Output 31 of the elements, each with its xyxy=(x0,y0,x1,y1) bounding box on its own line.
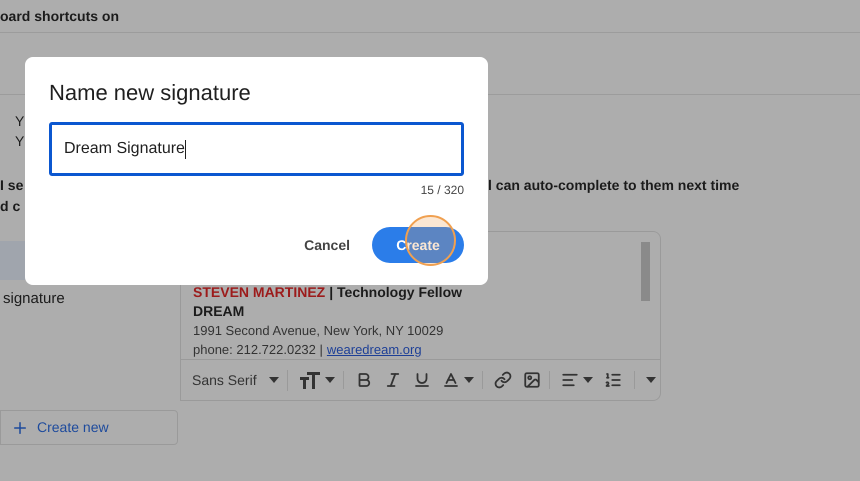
numbered-list-icon[interactable] xyxy=(604,371,622,389)
text-size-icon[interactable] xyxy=(298,371,321,389)
signature-title: | Technology Fellow xyxy=(329,285,462,300)
font-dropdown[interactable]: Sans Serif xyxy=(192,370,257,390)
scrollbar-thumb[interactable] xyxy=(641,242,650,301)
setting-text: Y xyxy=(15,113,24,129)
caret-icon xyxy=(268,377,279,383)
caret-icon xyxy=(582,377,593,383)
signature-name: STEVEN MARTINEZ xyxy=(193,285,326,300)
setting-text: Y xyxy=(15,133,24,149)
underline-icon[interactable] xyxy=(412,371,431,389)
signature-org: DREAM xyxy=(193,304,246,319)
image-icon[interactable] xyxy=(522,371,541,389)
setting-text: d c xyxy=(0,198,20,214)
setting-label: oard shortcuts on xyxy=(0,6,120,26)
signature-name-field[interactable]: Dream Signature xyxy=(49,122,464,176)
text-color-icon[interactable] xyxy=(442,371,460,389)
dialog-title: Name new signature xyxy=(49,79,252,107)
signature-address: 1991 Second Avenue, New York, NY 10029 xyxy=(193,323,444,338)
create-new-button[interactable]: Create new xyxy=(0,410,178,445)
signature-phone: phone: 212.722.0232 | xyxy=(193,342,323,357)
link-icon[interactable] xyxy=(494,371,512,389)
caret-icon xyxy=(464,377,474,383)
cancel-button[interactable]: Cancel xyxy=(302,227,352,263)
setting-text: I se xyxy=(0,177,24,193)
setting-text: l can auto-complete to them next time xyxy=(488,177,740,195)
character-counter: 15 / 320 xyxy=(420,182,464,199)
align-left-icon[interactable] xyxy=(560,371,579,389)
more-caret-icon xyxy=(646,377,656,383)
caret-icon xyxy=(324,377,335,383)
website-link[interactable]: wearedream.org xyxy=(326,342,422,357)
